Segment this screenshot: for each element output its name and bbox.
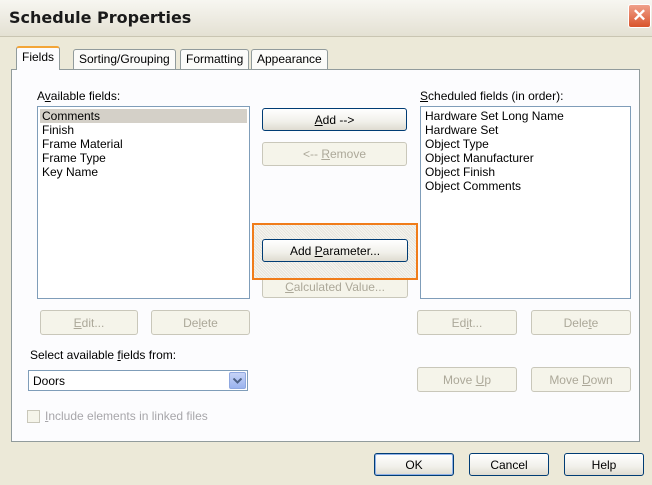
delete-scheduled-button[interactable]: Delete bbox=[531, 310, 631, 335]
dialog-title: Schedule Properties bbox=[9, 8, 192, 27]
list-item[interactable]: Object Manufacturer bbox=[423, 151, 628, 165]
list-item[interactable]: Object Type bbox=[423, 137, 628, 151]
list-item[interactable]: Comments bbox=[40, 109, 247, 123]
move-down-button[interactable]: Move Down bbox=[531, 367, 631, 392]
tab-sorting-grouping[interactable]: Sorting/Grouping bbox=[73, 49, 176, 69]
list-item[interactable]: Finish bbox=[40, 123, 247, 137]
help-button[interactable]: Help bbox=[564, 453, 644, 476]
select-fields-from-label: Select available fields from: bbox=[30, 348, 177, 362]
add-button[interactable]: Add --> bbox=[262, 108, 407, 131]
list-item[interactable]: Object Comments bbox=[423, 179, 628, 193]
move-up-button[interactable]: Move Up bbox=[417, 367, 517, 392]
remove-button[interactable]: <-- Remove bbox=[262, 142, 407, 166]
edit-scheduled-button[interactable]: Edit... bbox=[417, 310, 517, 335]
fields-from-dropdown[interactable]: Doors bbox=[28, 370, 248, 391]
list-item[interactable]: Object Finish bbox=[423, 165, 628, 179]
title-bar: Schedule Properties ✕ bbox=[0, 0, 652, 37]
include-linked-label: Include elements in linked files bbox=[45, 409, 208, 423]
tab-formatting[interactable]: Formatting bbox=[180, 49, 250, 69]
chevron-down-icon[interactable] bbox=[229, 372, 246, 389]
ok-button[interactable]: OK bbox=[374, 453, 454, 476]
available-fields-label: Available fields: bbox=[37, 89, 121, 103]
available-fields-list[interactable]: Comments Finish Frame Material Frame Typ… bbox=[37, 106, 250, 299]
schedule-properties-dialog: Schedule Properties ✕ Fields Sorting/Gro… bbox=[0, 0, 652, 485]
close-icon[interactable]: ✕ bbox=[628, 4, 651, 28]
list-item[interactable]: Key Name bbox=[40, 165, 247, 179]
scheduled-fields-label: Scheduled fields (in order): bbox=[420, 89, 564, 103]
fields-from-value: Doors bbox=[33, 374, 66, 388]
edit-available-button[interactable]: Edit... bbox=[40, 310, 138, 335]
scheduled-fields-list[interactable]: Hardware Set Long Name Hardware Set Obje… bbox=[420, 106, 631, 299]
tab-fields[interactable]: Fields bbox=[16, 46, 61, 70]
list-item[interactable]: Frame Type bbox=[40, 151, 247, 165]
tab-appearance[interactable]: Appearance bbox=[251, 49, 328, 69]
list-item[interactable]: Hardware Set Long Name bbox=[423, 109, 628, 123]
cancel-button[interactable]: Cancel bbox=[469, 453, 549, 476]
delete-available-button[interactable]: Delete bbox=[151, 310, 250, 335]
add-parameter-button[interactable]: Add Parameter... bbox=[262, 239, 408, 262]
include-linked-checkbox[interactable] bbox=[27, 410, 40, 423]
list-item[interactable]: Hardware Set bbox=[423, 123, 628, 137]
list-item[interactable]: Frame Material bbox=[40, 137, 247, 151]
